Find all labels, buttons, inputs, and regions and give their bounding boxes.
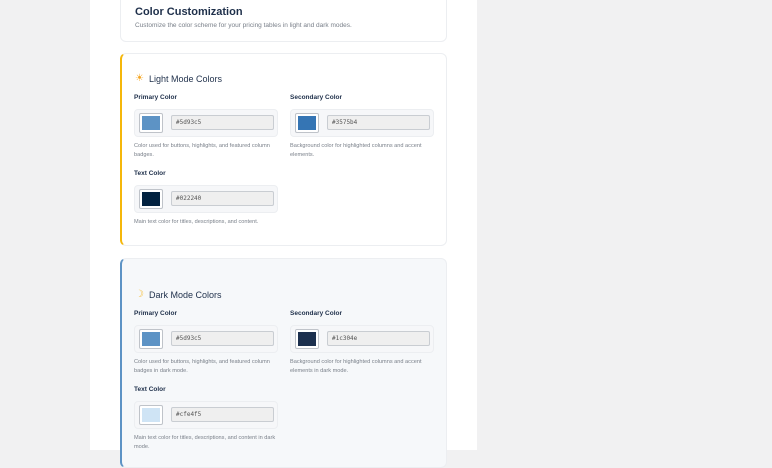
moon-icon: ☽ (135, 289, 144, 300)
light-mode-title: ☀ Light Mode Colors (135, 73, 222, 84)
light-primary-field: Primary Color #5d93c5 Color used for but… (134, 94, 278, 160)
field-help: Background color for highlighted columns… (290, 143, 422, 158)
section-title-text: Light Mode Colors (148, 73, 223, 84)
field-help: Background color for highlighted columns… (290, 359, 422, 374)
field-help: Color used for buttons, highlights, and … (134, 359, 270, 374)
light-secondary-field: Secondary Color #3575b4 Background color… (290, 94, 434, 160)
color-swatch[interactable] (139, 189, 163, 209)
dark-mode-title: ☽ Dark Mode Colors (135, 289, 222, 300)
color-swatch[interactable] (295, 329, 319, 349)
page-title: Color Customization (135, 6, 243, 18)
field-label: Secondary Color (290, 94, 343, 101)
dark-secondary-field: Secondary Color #1c304e Background color… (290, 310, 434, 376)
dark-mode-section: ☽ Dark Mode Colors Primary Color #5d93c5… (120, 258, 447, 468)
color-hex-input[interactable]: #5d93c5 (171, 115, 274, 130)
field-help: Main text color for titles, descriptions… (134, 219, 259, 225)
field-label: Primary Color (134, 94, 177, 101)
color-swatch[interactable] (139, 329, 163, 349)
color-hex-input[interactable]: #1c304e (327, 331, 430, 346)
color-swatch[interactable] (139, 113, 163, 133)
light-mode-section: ☀ Light Mode Colors Primary Color #5d93c… (120, 53, 447, 246)
sun-icon: ☀ (135, 73, 144, 84)
color-hex-input[interactable]: #cfe4f5 (171, 407, 274, 422)
field-label: Text Color (134, 386, 166, 393)
field-label: Text Color (134, 170, 166, 177)
dark-primary-field: Primary Color #5d93c5 Color used for but… (134, 310, 278, 376)
color-hex-input[interactable]: #5d93c5 (171, 331, 274, 346)
dark-text-field: Text Color #cfe4f5 Main text color for t… (134, 386, 278, 452)
field-help: Main text color for titles, descriptions… (134, 435, 276, 450)
field-label: Secondary Color (290, 310, 343, 317)
section-title-text: Dark Mode Colors (148, 289, 222, 300)
page-subtitle: Customize the color scheme for your pric… (135, 22, 352, 29)
color-swatch[interactable] (295, 113, 319, 133)
color-hex-input[interactable]: #022240 (171, 191, 274, 206)
field-label: Primary Color (134, 310, 177, 317)
header-card: Color Customization Customize the color … (120, 0, 447, 42)
color-swatch[interactable] (139, 405, 163, 425)
light-text-field: Text Color #022240 Main text color for t… (134, 170, 278, 227)
color-hex-input[interactable]: #3575b4 (327, 115, 430, 130)
field-help: Color used for buttons, highlights, and … (134, 143, 270, 158)
